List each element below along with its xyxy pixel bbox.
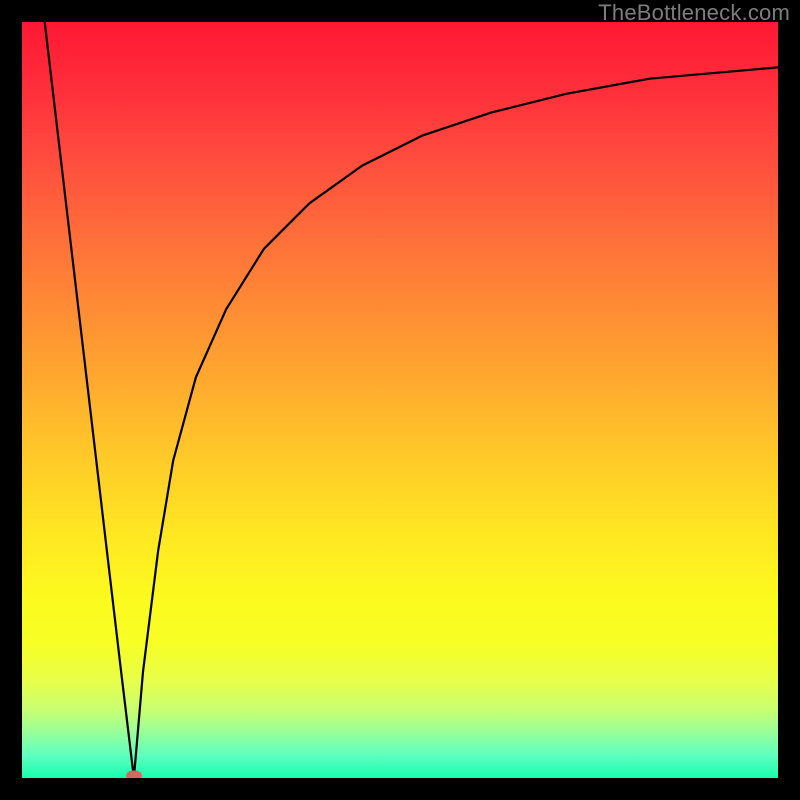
plot-area <box>22 22 778 778</box>
chart-frame: TheBottleneck.com <box>0 0 800 800</box>
optimal-point-marker <box>126 771 142 779</box>
bottleneck-curve <box>22 22 778 778</box>
watermark-text: TheBottleneck.com <box>598 0 790 26</box>
